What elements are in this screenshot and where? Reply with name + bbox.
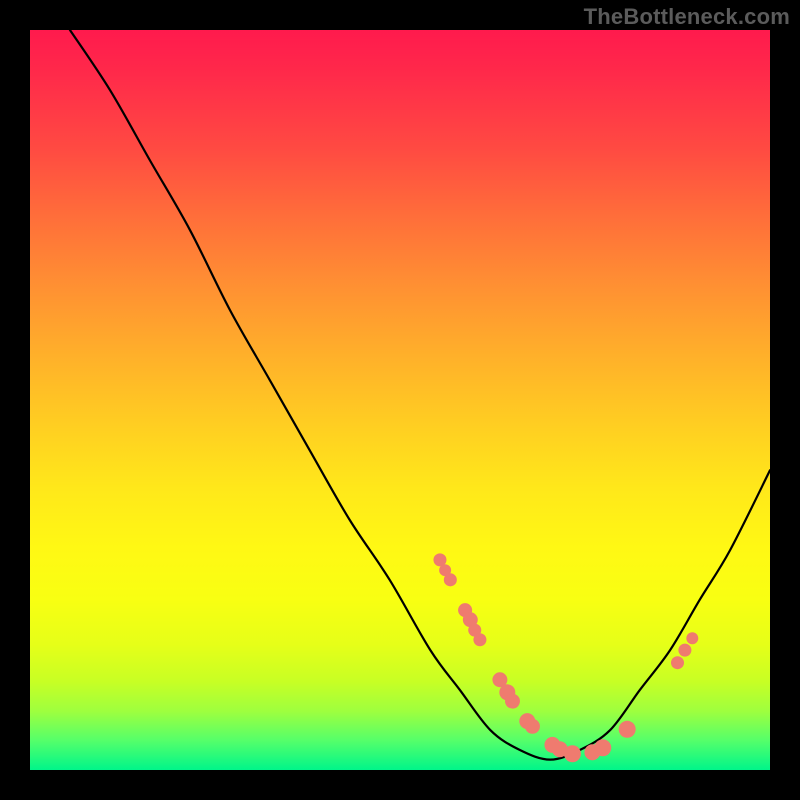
- curve-marker: [564, 745, 581, 762]
- curve-layer: [30, 30, 770, 770]
- curve-marker: [594, 739, 611, 756]
- marker-group: [433, 553, 698, 762]
- chart-frame: TheBottleneck.com: [0, 0, 800, 800]
- bottleneck-curve: [70, 30, 770, 760]
- plot-area: [30, 30, 770, 770]
- curve-marker: [505, 694, 520, 709]
- curve-marker: [678, 644, 691, 657]
- curve-marker: [671, 656, 684, 669]
- curve-marker: [444, 573, 457, 586]
- watermark-text: TheBottleneck.com: [584, 4, 790, 30]
- curve-marker: [525, 719, 540, 734]
- curve-marker: [619, 721, 636, 738]
- curve-marker: [473, 633, 486, 646]
- curve-marker: [686, 632, 698, 644]
